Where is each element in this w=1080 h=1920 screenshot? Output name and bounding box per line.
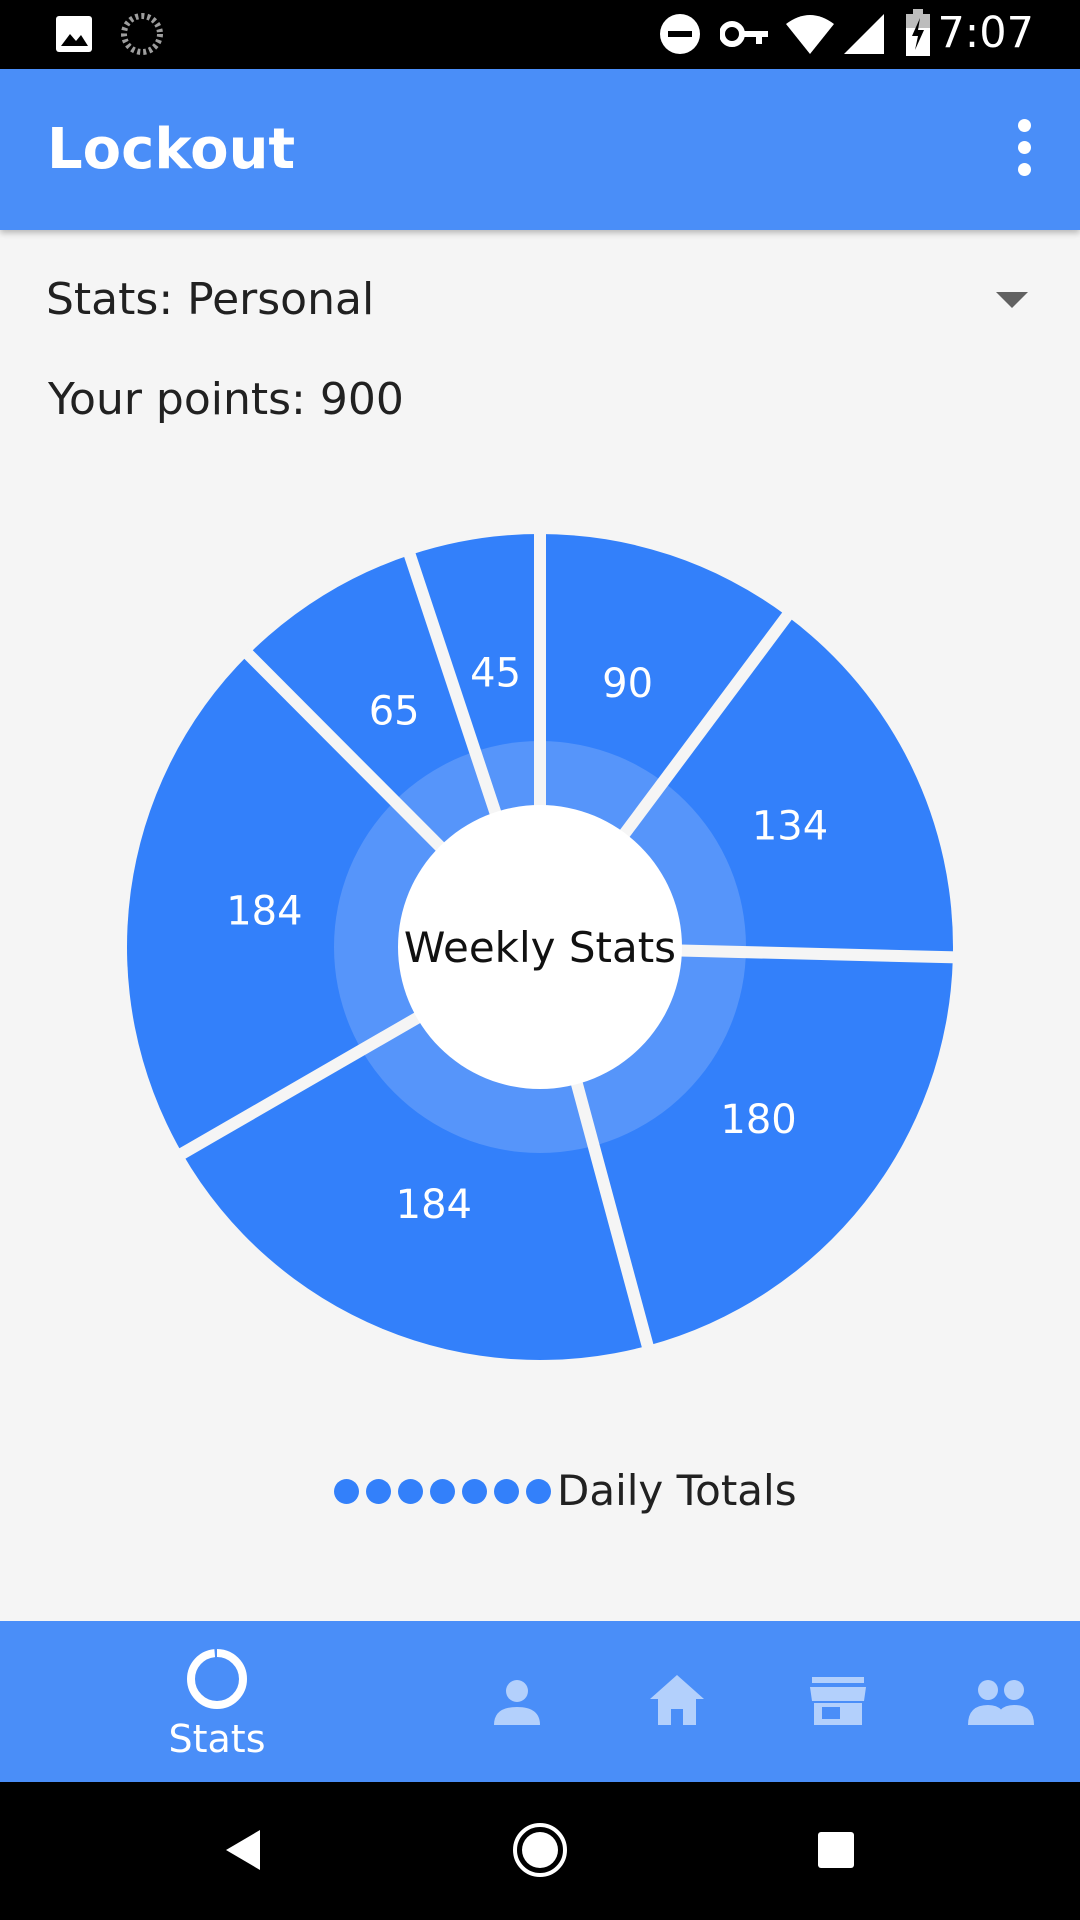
legend-marker (334, 1479, 359, 1504)
nav-item-profile[interactable] (466, 1621, 566, 1782)
do-not-disturb-icon (660, 14, 700, 54)
status-time: 7:07 (937, 8, 1034, 58)
legend-marker (398, 1479, 423, 1504)
person-icon (494, 1680, 540, 1725)
back-icon[interactable] (222, 1828, 262, 1872)
nav-item-store[interactable] (788, 1621, 888, 1782)
pie-slice-label: 180 (720, 1097, 796, 1143)
arrow-drop-down-icon (996, 292, 1028, 308)
home-icon (650, 1675, 704, 1725)
legend-marker (430, 1479, 455, 1504)
more-vert-icon[interactable] (988, 113, 1060, 185)
bottom-navigation: Stats (0, 1621, 1080, 1782)
legend-markers (334, 1479, 558, 1505)
legend-marker (494, 1479, 519, 1504)
system-navigation-bar (0, 1782, 1080, 1920)
donut-chart-icon (187, 1649, 247, 1709)
app-bar: Lockout (0, 69, 1080, 230)
battery-charging-icon (906, 9, 930, 56)
home-circle-icon[interactable] (512, 1822, 568, 1878)
pie-slice-label: 184 (396, 1182, 472, 1228)
legend-marker (462, 1479, 487, 1504)
chart-legend: Daily Totals (0, 1462, 1080, 1522)
nav-item-home[interactable] (626, 1621, 726, 1782)
signal-icon (844, 14, 884, 54)
wifi-icon (786, 15, 834, 54)
nav-item-stats[interactable]: Stats (110, 1621, 324, 1782)
store-icon (810, 1677, 866, 1725)
points-text: Your points: 900 (48, 374, 404, 425)
nav-item-friends[interactable] (950, 1621, 1060, 1782)
pie-slice-label: 134 (752, 803, 828, 849)
group-icon (968, 1680, 1034, 1725)
pie-slice-label: 90 (602, 661, 653, 707)
chart-title: Weekly Stats (404, 923, 676, 972)
legend-marker (526, 1479, 551, 1504)
pie-slice-label: 45 (470, 651, 521, 697)
legend-label: Daily Totals (557, 1466, 797, 1515)
image-icon (56, 16, 92, 52)
recents-icon[interactable] (816, 1830, 856, 1870)
legend-marker (366, 1479, 391, 1504)
vpn-key-icon (720, 21, 768, 47)
pie-slice-label: 65 (369, 688, 420, 734)
stats-type-dropdown[interactable]: Stats: Personal (0, 260, 1080, 340)
stats-type-label: Stats: Personal (46, 274, 375, 325)
nav-label-stats: Stats (168, 1717, 266, 1761)
sync-spinner-icon (121, 13, 163, 55)
pie-slice-label: 184 (226, 888, 302, 934)
weekly-stats-pie-chart: Weekly Stats 90 134 180 184 184 65 45 (126, 530, 958, 1360)
app-title: Lockout (47, 117, 296, 182)
status-bar: 7:07 (0, 0, 1080, 69)
